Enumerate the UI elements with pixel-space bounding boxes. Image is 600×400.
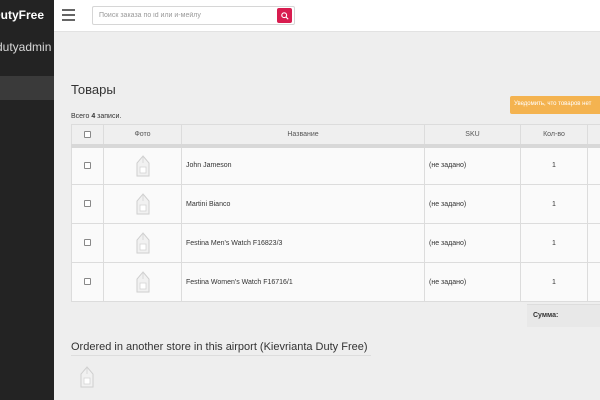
product-qty: 1: [520, 184, 588, 224]
product-sku: (не задано): [424, 223, 521, 263]
records-summary: Всего 4 записи.: [71, 113, 121, 120]
row-extra: [587, 145, 600, 185]
search-box: [92, 6, 295, 25]
column-header-qty[interactable]: Кол-во: [520, 124, 588, 148]
search-input[interactable]: [93, 7, 275, 24]
product-name[interactable]: Festina Men's Watch F16823/3: [181, 223, 425, 263]
row-checkbox[interactable]: [84, 239, 91, 247]
product-name[interactable]: John Jameson: [181, 145, 425, 185]
product-qty: 1: [520, 223, 588, 263]
hamburger-icon[interactable]: [62, 9, 75, 21]
table-row: Martini Bianco (не задано) 1: [71, 184, 600, 224]
column-header-sku[interactable]: SKU: [424, 124, 521, 148]
product-sku: (не задано): [424, 145, 521, 185]
product-qty: 1: [520, 145, 588, 185]
product-name[interactable]: Martini Bianco: [181, 184, 425, 224]
product-photo: [103, 184, 182, 224]
header-select-all: [71, 124, 104, 148]
image-placeholder-icon: [136, 232, 149, 254]
product-photo: [103, 262, 182, 302]
row-select-cell: [71, 262, 104, 302]
row-checkbox[interactable]: [84, 200, 91, 208]
product-name[interactable]: Festina Women's Watch F16716/1: [181, 262, 425, 302]
product-photo: [103, 145, 182, 185]
row-extra: [587, 223, 600, 263]
table-row: Festina Women's Watch F16716/1 (не задан…: [71, 262, 600, 302]
row-checkbox[interactable]: [84, 278, 91, 286]
product-sku: (не задано): [424, 262, 521, 302]
row-checkbox[interactable]: [84, 162, 91, 170]
image-placeholder-icon: [80, 366, 94, 388]
product-qty: 1: [520, 262, 588, 302]
sidebar: DutyFree dutyadmin: [0, 0, 54, 400]
product-photo: [103, 223, 182, 263]
page-title: Товары: [71, 82, 116, 97]
image-placeholder-icon: [136, 193, 149, 215]
summary-suffix: записи.: [95, 113, 122, 120]
image-placeholder-icon: [136, 154, 149, 177]
column-header-name[interactable]: Название: [181, 124, 425, 148]
brand-logo[interactable]: DutyFree: [0, 8, 44, 22]
column-header-photo[interactable]: Фото: [103, 124, 182, 148]
divider: [71, 355, 371, 356]
image-placeholder-icon: [136, 271, 149, 293]
column-header-extra: [587, 124, 600, 148]
products-table: Фото Название SKU Кол-во John Jameson (н…: [71, 124, 600, 302]
row-select-cell: [71, 145, 104, 185]
row-extra: [587, 262, 600, 302]
row-extra: [587, 184, 600, 224]
top-header: [54, 0, 600, 32]
other-store-product-photo: [76, 365, 98, 394]
sidebar-active-item[interactable]: [0, 76, 54, 100]
other-store-title: Ordered in another store in this airport…: [71, 341, 368, 353]
select-all-checkbox[interactable]: [84, 130, 91, 138]
row-select-cell: [71, 223, 104, 263]
table-row: John Jameson (не задано) 1: [71, 145, 600, 185]
notify-out-of-stock-button[interactable]: Уведомить, что товаров нет: [510, 96, 600, 114]
table-row: Festina Men's Watch F16823/3 (не задано)…: [71, 223, 600, 263]
current-user[interactable]: dutyadmin: [0, 40, 51, 54]
product-sku: (не задано): [424, 184, 521, 224]
search-icon: [280, 11, 289, 20]
table-header-row: Фото Название SKU Кол-во: [71, 124, 600, 148]
sum-label: Сумма:: [533, 312, 559, 319]
search-button[interactable]: [277, 8, 292, 23]
summary-prefix: Всего: [71, 113, 92, 120]
row-select-cell: [71, 184, 104, 224]
